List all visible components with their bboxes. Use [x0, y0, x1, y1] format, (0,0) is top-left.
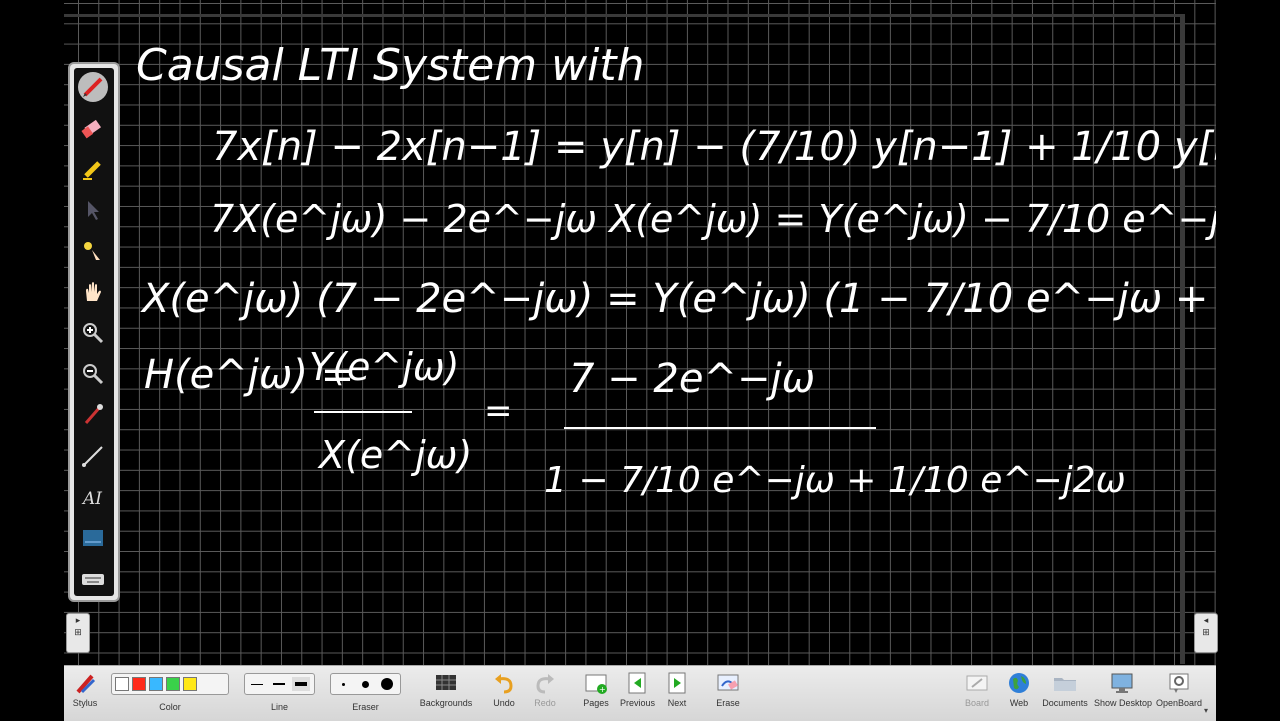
zoom-in-icon[interactable] — [78, 318, 108, 348]
eraser-large-option[interactable] — [378, 677, 396, 691]
stylus-icon — [76, 674, 96, 694]
handwriting-layer: Causal LTI System with 7x[n] − 2x[n−1] =… — [136, 40, 1216, 501]
pages-label: Pages — [583, 698, 609, 708]
svg-text:AI: AI — [81, 489, 102, 509]
svg-text:+: + — [599, 685, 606, 694]
transfer-denominator: 1 − 7/10 e^−jω + 1/10 e^−j2ω — [544, 460, 1126, 501]
bottom-toolbar: Stylus Color Line Eraser Backgrounds Und… — [64, 665, 1216, 721]
dock-right-toggle[interactable]: ◂ ⊞ — [1194, 613, 1218, 653]
board-icon — [966, 675, 988, 691]
board-label: Board — [964, 698, 990, 708]
web-label: Web — [1009, 698, 1029, 708]
color-label: Color — [159, 702, 181, 712]
next-button[interactable]: Next — [662, 670, 692, 708]
pages-button[interactable]: + Pages — [580, 670, 612, 708]
transfer-numerator: 7 − 2e^−jω — [569, 356, 815, 402]
line-label: Line — [270, 702, 288, 712]
line-width-group — [244, 673, 315, 695]
eraser-icon[interactable] — [78, 113, 108, 143]
settings-icon — [1169, 673, 1189, 693]
openboard-button[interactable]: OpenBoard — [1156, 670, 1202, 708]
line-icon[interactable] — [78, 441, 108, 471]
dock-left-toggle[interactable]: ▸ ⊞ — [66, 613, 90, 653]
heading-text: Causal LTI System with — [136, 40, 644, 91]
hand-icon[interactable] — [78, 277, 108, 307]
openboard-label: OpenBoard — [1156, 698, 1203, 708]
previous-page-icon — [628, 672, 646, 694]
color-blue-swatch[interactable] — [149, 677, 163, 691]
equals-sign: = — [484, 391, 513, 431]
stylus-button[interactable]: Stylus — [70, 670, 100, 708]
previous-label: Previous — [620, 698, 656, 708]
stylus-label: Stylus — [72, 698, 98, 708]
pages-icon: + — [585, 674, 607, 694]
next-label: Next — [667, 698, 687, 708]
eraser-size-group — [330, 673, 401, 695]
equation-transform: 7X(e^jω) − 2e^−jω X(e^jω) = Y(e^jω) − 7/… — [210, 197, 1216, 241]
color-green-swatch[interactable] — [166, 677, 180, 691]
capture-icon[interactable] — [78, 400, 108, 430]
folder-icon — [1054, 678, 1076, 691]
show-desktop-label: Show Desktop — [1094, 698, 1153, 708]
equation-factored: X(e^jω) (7 − 2e^−jω) = Y(e^jω) (1 − 7/10… — [140, 276, 1216, 322]
background-icon[interactable] — [78, 523, 108, 553]
stylus-palette: AI — [68, 62, 120, 602]
eraser-small-option[interactable] — [334, 677, 352, 691]
desktop-icon — [1111, 673, 1133, 693]
redo-label: Redo — [534, 698, 556, 708]
line-medium-option[interactable] — [270, 677, 288, 691]
pen-icon[interactable] — [78, 72, 108, 102]
erase-icon — [717, 674, 739, 691]
marker-icon[interactable] — [78, 154, 108, 184]
erase-button[interactable]: Erase — [712, 670, 744, 708]
redo-button[interactable]: Redo — [530, 670, 560, 708]
whiteboard-canvas[interactable]: Causal LTI System with 7x[n] − 2x[n−1] =… — [64, 0, 1216, 665]
undo-label: Undo — [493, 698, 515, 708]
pointer-icon[interactable] — [78, 195, 108, 225]
backgrounds-icon — [436, 675, 456, 690]
board-button[interactable]: Board — [962, 670, 992, 708]
globe-icon — [1009, 673, 1029, 693]
color-group — [111, 673, 229, 695]
eraser-medium-option[interactable] — [356, 677, 374, 691]
color-red-swatch[interactable] — [132, 677, 146, 691]
documents-button[interactable]: Documents — [1042, 670, 1088, 708]
web-button[interactable]: Web — [1004, 670, 1034, 708]
show-desktop-button[interactable]: Show Desktop — [1094, 670, 1153, 708]
redo-icon — [536, 674, 554, 694]
equation-difference: 7x[n] − 2x[n−1] = y[n] − (7/10) y[n−1] +… — [212, 124, 1216, 170]
line-thick-option[interactable] — [292, 677, 310, 691]
toolbar-menu-chevron-icon[interactable]: ▾ — [1204, 706, 1208, 715]
backgrounds-button[interactable]: Backgrounds — [416, 670, 476, 708]
line-thin-option[interactable] — [248, 677, 266, 691]
undo-icon — [495, 674, 513, 694]
color-yellow-swatch[interactable] — [183, 677, 197, 691]
transfer-numerator-ratio: Y(e^jω) — [309, 345, 459, 389]
zoom-out-icon[interactable] — [78, 359, 108, 389]
backgrounds-label: Backgrounds — [419, 698, 473, 708]
text-icon[interactable]: AI — [78, 482, 108, 512]
undo-button[interactable]: Undo — [489, 670, 519, 708]
eraser-label: Eraser — [352, 702, 379, 712]
keyboard-icon[interactable] — [78, 564, 108, 594]
erase-label: Erase — [716, 698, 740, 708]
color-white-swatch[interactable] — [115, 677, 129, 691]
transfer-denominator-ratio: X(e^jω) — [317, 433, 472, 477]
documents-label: Documents — [1042, 698, 1088, 708]
laser-icon[interactable] — [78, 236, 108, 266]
previous-button[interactable]: Previous — [620, 670, 656, 708]
next-page-icon — [668, 672, 686, 694]
